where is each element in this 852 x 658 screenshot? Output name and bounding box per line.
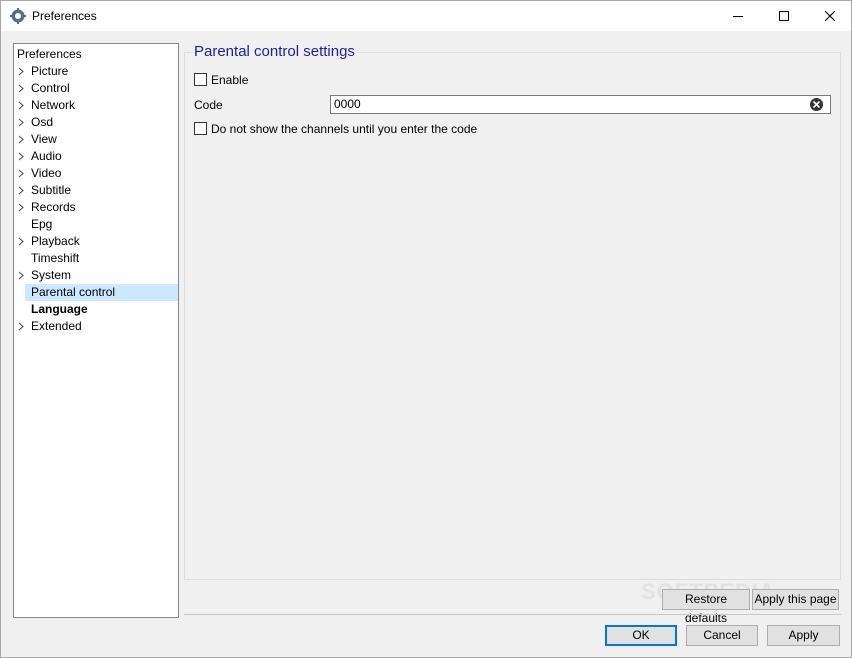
tree-item[interactable]: Audio xyxy=(15,148,178,165)
tree-item[interactable]: Epg xyxy=(15,216,178,233)
code-input[interactable]: 0000 xyxy=(330,95,831,114)
tree-item-label: Epg xyxy=(31,217,53,231)
tree-item[interactable]: View xyxy=(15,131,178,148)
chevron-right-icon[interactable] xyxy=(17,186,25,195)
gear-icon xyxy=(10,8,26,24)
tree-item-label: Extended xyxy=(31,319,82,333)
maximize-icon xyxy=(779,11,789,21)
minimize-icon xyxy=(733,16,743,17)
minimize-button[interactable] xyxy=(715,1,761,31)
title-bar: Preferences xyxy=(1,1,851,31)
preferences-window: Preferences Preferences Picture Control Ne… xyxy=(0,0,852,658)
tree-item-label: Control xyxy=(31,81,70,95)
tree-item[interactable]: Parental control xyxy=(15,284,178,301)
chevron-right-icon[interactable] xyxy=(17,118,25,127)
tree-item-label: View xyxy=(31,132,57,146)
enable-checkbox[interactable] xyxy=(194,73,207,86)
chevron-right-icon[interactable] xyxy=(17,84,25,93)
page-title: Parental control settings xyxy=(194,43,357,60)
ok-button[interactable]: OK xyxy=(605,625,677,646)
tree-item-label: Language xyxy=(31,302,88,316)
tree-item-label: Timeshift xyxy=(31,251,80,265)
tree-root[interactable]: Preferences xyxy=(17,46,82,63)
hide-channels-checkbox[interactable] xyxy=(194,122,207,135)
hide-channels-label[interactable]: Do not show the channels until you enter… xyxy=(211,122,477,136)
tree-item[interactable]: Picture xyxy=(15,63,178,80)
close-icon xyxy=(825,11,835,21)
enable-label[interactable]: Enable xyxy=(211,73,248,87)
tree-item[interactable]: Control xyxy=(15,80,178,97)
tree-item-label: Records xyxy=(31,200,76,214)
chevron-right-icon[interactable] xyxy=(17,203,25,212)
cancel-button[interactable]: Cancel xyxy=(686,625,758,646)
chevron-right-icon[interactable] xyxy=(17,169,25,178)
tree-item[interactable]: Osd xyxy=(15,114,178,131)
chevron-right-icon[interactable] xyxy=(17,67,25,76)
tree-item-label: Picture xyxy=(31,64,69,78)
chevron-right-icon[interactable] xyxy=(17,152,25,161)
apply-button[interactable]: Apply xyxy=(767,625,840,646)
tree-item-label: Parental control xyxy=(31,285,116,299)
apply-page-button[interactable]: Apply this page xyxy=(752,589,839,610)
tree-item-label: Network xyxy=(31,98,76,112)
tree-item[interactable]: Video xyxy=(15,165,178,182)
code-label: Code xyxy=(194,98,223,112)
tree-item-label: Osd xyxy=(31,115,54,129)
tree-item[interactable]: Extended xyxy=(15,318,178,335)
tree-item-label: Playback xyxy=(31,234,80,248)
chevron-right-icon[interactable] xyxy=(17,237,25,246)
tree-item[interactable]: Subtitle xyxy=(15,182,178,199)
tree-item[interactable]: Timeshift xyxy=(15,250,178,267)
tree-item-label: Audio xyxy=(31,149,62,163)
chevron-right-icon[interactable] xyxy=(17,101,25,110)
window-title: Preferences xyxy=(32,9,97,23)
preferences-tree[interactable]: Preferences Picture Control Network Osd View… xyxy=(13,43,179,618)
tree-item-label: System xyxy=(31,268,72,282)
separator xyxy=(184,614,841,615)
tree-item-label: Subtitle xyxy=(31,183,72,197)
chevron-right-icon[interactable] xyxy=(17,135,25,144)
tree-item-label: Video xyxy=(31,166,62,180)
close-button[interactable] xyxy=(807,1,852,31)
tree-item[interactable]: Records xyxy=(15,199,178,216)
tree-item[interactable]: System xyxy=(15,267,178,284)
chevron-right-icon[interactable] xyxy=(17,322,25,331)
clear-icon[interactable] xyxy=(809,97,824,112)
maximize-button[interactable] xyxy=(761,1,807,31)
chevron-right-icon[interactable] xyxy=(17,271,25,280)
tree-item[interactable]: Network xyxy=(15,97,178,114)
restore-defaults-button[interactable]: Restore defaults xyxy=(662,589,750,625)
tree-item[interactable]: Playback xyxy=(15,233,178,250)
tree-item[interactable]: Language xyxy=(15,301,178,318)
